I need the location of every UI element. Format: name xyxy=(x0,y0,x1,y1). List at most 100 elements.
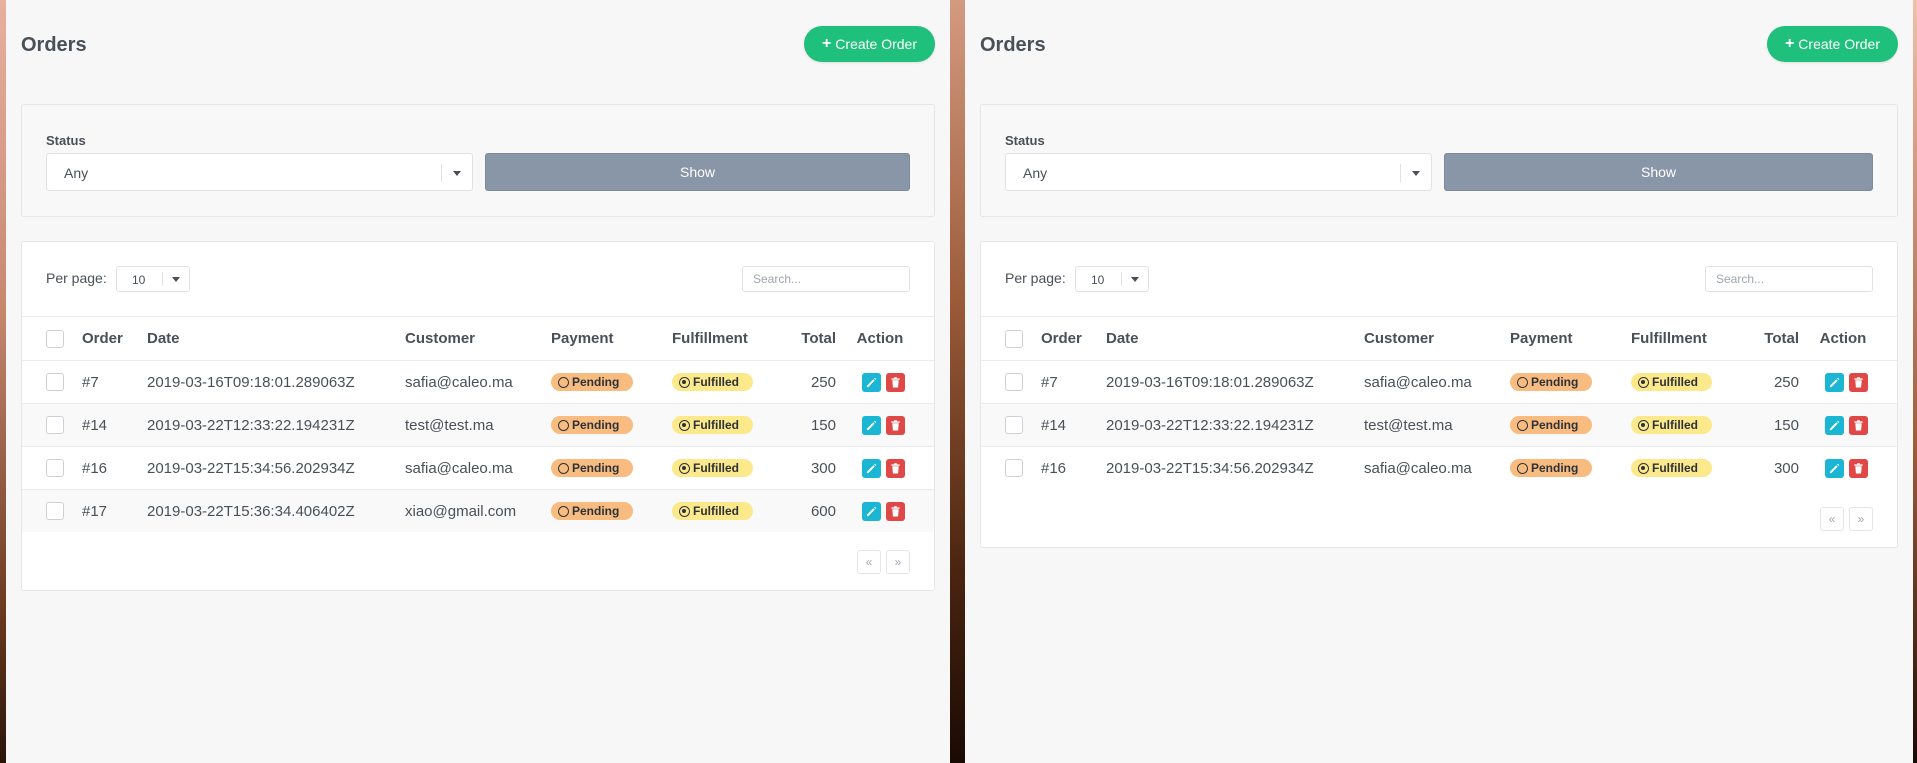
column-header-fulfillment[interactable]: Fulfillment xyxy=(1631,317,1707,360)
table-body: #7 2019-03-16T09:18:01.289063Z safia@cal… xyxy=(22,360,934,532)
edit-button[interactable] xyxy=(1825,372,1844,392)
delete-button[interactable] xyxy=(886,372,905,392)
delete-button[interactable] xyxy=(886,501,905,521)
search-input[interactable] xyxy=(742,266,910,292)
per-page-select[interactable]: 10 xyxy=(1075,266,1149,292)
column-header-fulfillment[interactable]: Fulfillment xyxy=(672,317,748,360)
row-checkbox[interactable] xyxy=(1005,459,1023,477)
table-row[interactable]: #16 2019-03-22T15:34:56.202934Z safia@ca… xyxy=(22,446,934,489)
order-id[interactable]: #16 xyxy=(82,447,107,489)
status-select[interactable]: Any xyxy=(46,153,473,191)
column-header-date[interactable]: Date xyxy=(1106,317,1139,360)
column-header-total[interactable]: Total xyxy=(1764,317,1799,360)
delete-button[interactable] xyxy=(886,458,905,478)
dot-icon xyxy=(1638,419,1649,431)
show-button[interactable]: Show xyxy=(485,153,910,191)
table-header-row: Order Date Customer Payment Fulfillment … xyxy=(22,316,934,360)
row-select-cell xyxy=(1005,361,1023,403)
fulfillment-status-badge: Fulfilled xyxy=(672,459,753,477)
row-checkbox[interactable] xyxy=(46,373,64,391)
row-checkbox[interactable] xyxy=(1005,373,1023,391)
select-separator xyxy=(1400,164,1401,182)
order-date: 2019-03-16T09:18:01.289063Z xyxy=(1106,373,1314,391)
fulfillment-status-label: Fulfilled xyxy=(1652,375,1698,389)
row-select-cell xyxy=(46,361,64,403)
orders-table-card: Per page: 10 Order Date Customer Payment… xyxy=(980,241,1898,548)
fulfillment-status-label: Fulfilled xyxy=(693,461,739,475)
delete-button[interactable] xyxy=(1849,372,1868,392)
prev-page-button[interactable]: « xyxy=(857,550,881,574)
delete-button[interactable] xyxy=(1849,415,1868,435)
payment-status-badge: Pending xyxy=(551,459,634,477)
row-checkbox[interactable] xyxy=(46,502,64,520)
column-header-payment[interactable]: Payment xyxy=(551,317,614,360)
next-page-button[interactable]: » xyxy=(886,550,910,574)
delete-button[interactable] xyxy=(1849,458,1868,478)
pencil-icon xyxy=(1829,420,1840,430)
next-page-button[interactable]: » xyxy=(1849,507,1873,531)
edit-button[interactable] xyxy=(862,372,881,392)
table-row[interactable]: #7 2019-03-16T09:18:01.289063Z safia@cal… xyxy=(22,360,934,403)
payment-status-label: Pending xyxy=(572,461,620,475)
order-id[interactable]: #16 xyxy=(1041,447,1066,489)
per-page-select[interactable]: 10 xyxy=(116,266,190,292)
dot-icon xyxy=(1638,462,1649,474)
order-date: 2019-03-22T12:33:22.194231Z xyxy=(147,416,355,434)
ring-icon xyxy=(558,419,569,431)
column-header-order[interactable]: Order xyxy=(82,317,123,360)
search-input[interactable] xyxy=(1705,266,1873,292)
payment-cell: Pending xyxy=(551,490,634,532)
column-header-customer[interactable]: Customer xyxy=(1364,317,1434,360)
payment-cell: Pending xyxy=(1510,447,1593,489)
row-checkbox[interactable] xyxy=(46,459,64,477)
order-id[interactable]: #14 xyxy=(82,404,107,446)
column-header-order[interactable]: Order xyxy=(1041,317,1082,360)
row-checkbox[interactable] xyxy=(46,416,64,434)
column-header-total[interactable]: Total xyxy=(801,317,836,360)
select-all-checkbox[interactable] xyxy=(1005,329,1023,348)
payment-cell: Pending xyxy=(551,404,634,446)
ring-icon xyxy=(558,376,569,388)
trash-icon xyxy=(891,376,900,388)
create-order-button[interactable]: + Create Order xyxy=(803,26,935,62)
prev-page-button[interactable]: « xyxy=(1820,507,1844,531)
status-select[interactable]: Any xyxy=(1005,153,1432,191)
show-button[interactable]: Show xyxy=(1444,153,1873,191)
status-select-value: Any xyxy=(1023,165,1048,181)
order-total: 300 xyxy=(810,459,836,477)
table-row[interactable]: #14 2019-03-22T12:33:22.194231Z test@tes… xyxy=(22,403,934,446)
edit-button[interactable] xyxy=(862,458,881,478)
table-row[interactable]: #17 2019-03-22T15:36:34.406402Z xiao@gma… xyxy=(22,489,934,532)
payment-status-badge: Pending xyxy=(1510,416,1593,434)
table-row[interactable]: #16 2019-03-22T15:34:56.202934Z safia@ca… xyxy=(981,446,1897,489)
dot-icon xyxy=(1638,376,1649,388)
fulfillment-status-label: Fulfilled xyxy=(1652,461,1698,475)
order-id[interactable]: #17 xyxy=(82,490,107,532)
window-divider xyxy=(950,0,965,763)
dot-icon xyxy=(679,505,690,517)
order-id[interactable]: #7 xyxy=(1041,361,1058,403)
pencil-icon xyxy=(1829,463,1840,473)
table-row[interactable]: #7 2019-03-16T09:18:01.289063Z safia@cal… xyxy=(981,360,1897,403)
order-total: 250 xyxy=(1773,373,1799,391)
column-header-date[interactable]: Date xyxy=(147,317,180,360)
delete-button[interactable] xyxy=(886,415,905,435)
edit-button[interactable] xyxy=(1825,415,1844,435)
edit-button[interactable] xyxy=(862,415,881,435)
order-date: 2019-03-22T15:34:56.202934Z xyxy=(147,459,355,477)
row-checkbox[interactable] xyxy=(1005,416,1023,434)
caret-down-icon xyxy=(172,277,180,282)
edit-button[interactable] xyxy=(1825,458,1844,478)
fulfillment-status-badge: Fulfilled xyxy=(672,502,753,520)
select-all-checkbox[interactable] xyxy=(46,329,64,348)
create-order-button[interactable]: + Create Order xyxy=(1766,26,1898,62)
fulfillment-status-label: Fulfilled xyxy=(1652,418,1698,432)
order-id[interactable]: #14 xyxy=(1041,404,1066,446)
column-header-payment[interactable]: Payment xyxy=(1510,317,1573,360)
order-id[interactable]: #7 xyxy=(82,361,99,403)
payment-status-label: Pending xyxy=(572,375,620,389)
column-header-customer[interactable]: Customer xyxy=(405,317,475,360)
edit-button[interactable] xyxy=(862,501,881,521)
table-row[interactable]: #14 2019-03-22T12:33:22.194231Z test@tes… xyxy=(981,403,1897,446)
select-separator xyxy=(441,164,442,182)
